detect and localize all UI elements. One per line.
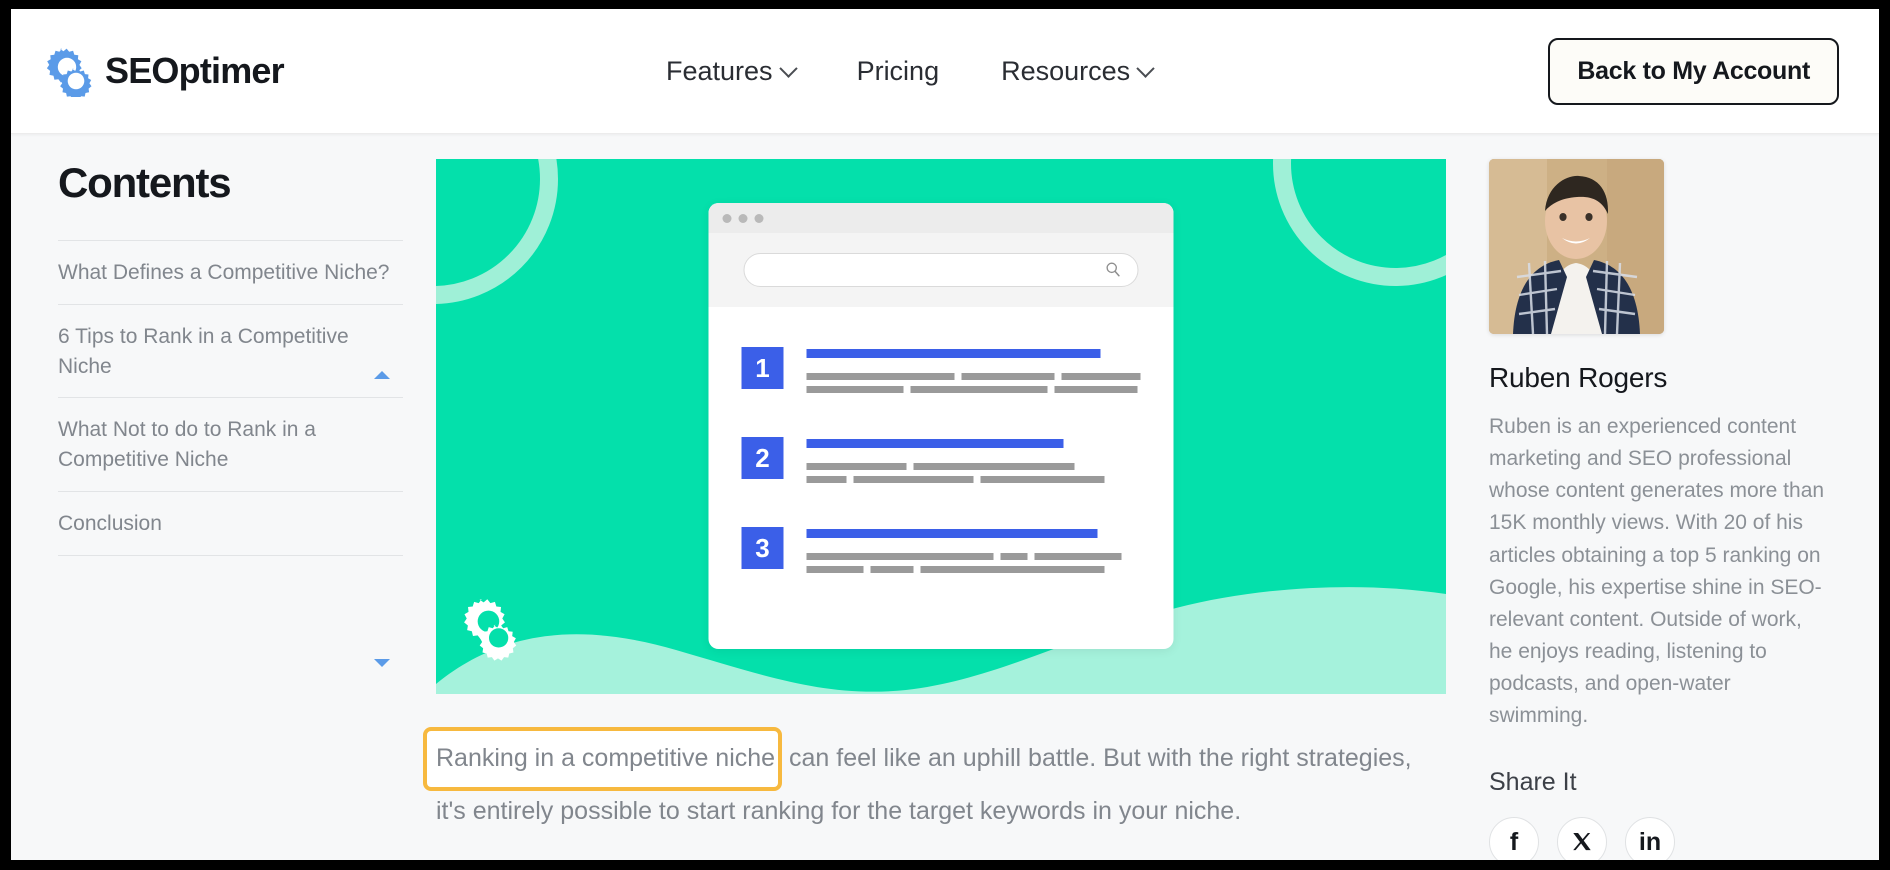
chevron-down-icon <box>778 58 798 78</box>
back-to-my-account-button[interactable]: Back to My Account <box>1548 37 1839 105</box>
author-name: Ruben Rogers <box>1489 362 1668 393</box>
rank-badge: 1 <box>741 347 784 389</box>
site-header: SEOptimer Features Pricing Resources Bac… <box>11 9 1879 134</box>
author-portrait-image <box>1489 159 1664 334</box>
contents-list: What Defines a Competitive Niche? 6 Tips… <box>58 240 403 556</box>
browser-mockup: 1 2 3 <box>708 203 1174 649</box>
result-title-bar <box>806 349 1101 358</box>
share-buttons-row: f in <box>1489 817 1839 860</box>
contents-title: Contents <box>58 159 232 206</box>
triangle-down-icon[interactable] <box>374 659 390 667</box>
result-row: 1 <box>741 347 1141 399</box>
snippet-segment <box>961 373 1055 380</box>
browser-titlebar <box>708 203 1174 233</box>
result-snippet-line <box>806 386 1141 393</box>
sidebar-item-what-not-to-do[interactable]: What Not to do to Rank in a Competitive … <box>58 398 403 493</box>
result-snippet-line <box>806 463 1141 470</box>
nav-item-features[interactable]: Features <box>666 55 798 87</box>
nav-label: Resources <box>1001 55 1131 86</box>
nav-item-resources[interactable]: Resources <box>1001 55 1155 87</box>
snippet-segment <box>806 566 864 573</box>
brand-logo-link[interactable]: SEOptimer <box>41 45 285 97</box>
triangle-up-icon[interactable] <box>374 371 390 379</box>
snippet-segment <box>806 553 994 560</box>
result-title-bar <box>806 529 1098 538</box>
result-snippet-line <box>806 553 1141 560</box>
result-placeholder-lines <box>806 527 1141 579</box>
seoptimer-gear-icon <box>464 599 517 661</box>
snippet-segment <box>1000 553 1028 560</box>
sidebar-item-what-defines[interactable]: What Defines a Competitive Niche? <box>58 241 403 305</box>
seoptimer-gear-logo-icon <box>46 48 92 97</box>
decorative-arc-left <box>436 159 558 304</box>
decorative-arc-right <box>1273 159 1446 286</box>
x-twitter-icon[interactable] <box>1557 817 1607 860</box>
window-dot-icon <box>738 213 748 223</box>
snippet-segment <box>1054 386 1138 393</box>
nav-label: Pricing <box>856 55 940 86</box>
sidebar-item-6-tips[interactable]: 6 Tips to Rank in a Competitive Niche <box>58 305 403 399</box>
snippet-segment <box>980 476 1105 483</box>
linkedin-icon[interactable]: in <box>1625 817 1675 860</box>
snippet-segment <box>806 373 955 380</box>
snippet-segment <box>1034 553 1122 560</box>
chevron-down-icon <box>1136 58 1155 78</box>
result-snippet-line <box>806 373 1141 380</box>
snippet-segment <box>870 566 914 573</box>
result-row: 2 <box>741 437 1141 489</box>
search-input[interactable] <box>743 253 1139 287</box>
result-placeholder-lines <box>806 347 1141 399</box>
avatar <box>1489 159 1664 334</box>
result-snippet-line <box>806 566 1141 573</box>
browser-search-area <box>708 233 1174 307</box>
rank-badge: 3 <box>741 527 784 569</box>
snippet-segment <box>910 386 1048 393</box>
snippet-segment <box>1061 373 1141 380</box>
contents-sidebar: Contents What Defines a Competitive Nich… <box>58 159 403 556</box>
author-panel: Ruben Rogers Ruben is an experienced con… <box>1489 159 1839 860</box>
main-navigation: Features Pricing Resources <box>666 55 1155 87</box>
page-body: Contents What Defines a Competitive Nich… <box>11 134 1879 860</box>
author-bio: Ruben is an experienced content marketin… <box>1489 415 1825 728</box>
snippet-segment <box>806 463 907 470</box>
x-twitter-glyph <box>1573 833 1591 851</box>
snippet-segment <box>806 476 847 483</box>
nav-label: Features <box>666 55 773 86</box>
search-icon <box>1106 262 1120 277</box>
snippet-segment <box>920 566 1105 573</box>
article-paragraph: Ranking in a competitive niche can feel … <box>423 727 1446 831</box>
brand-name: SEOptimer <box>105 50 285 91</box>
hero-illustration: 1 2 3 <box>436 159 1446 694</box>
browser-viewport: SEOptimer Features Pricing Resources Bac… <box>11 9 1879 860</box>
highlighted-phrase: Ranking in a competitive niche <box>423 727 783 791</box>
result-snippet-line <box>806 476 1141 483</box>
sidebar-item-conclusion[interactable]: Conclusion <box>58 492 403 556</box>
snippet-segment <box>806 386 904 393</box>
result-row: 3 <box>741 527 1141 579</box>
snippet-segment <box>913 463 1074 470</box>
window-dot-icon <box>722 213 732 223</box>
rank-badge: 2 <box>741 437 784 479</box>
result-placeholder-lines <box>806 437 1141 489</box>
result-title-bar <box>806 439 1064 448</box>
facebook-icon[interactable]: f <box>1489 817 1539 860</box>
nav-item-pricing[interactable]: Pricing <box>857 56 940 87</box>
snippet-segment <box>853 476 974 483</box>
article-main: 1 2 3 Ranking in a competitive niche can… <box>423 134 1446 831</box>
window-dot-icon <box>754 213 764 223</box>
search-results-list: 1 2 3 <box>709 307 1174 579</box>
share-it-title: Share It <box>1489 768 1577 797</box>
